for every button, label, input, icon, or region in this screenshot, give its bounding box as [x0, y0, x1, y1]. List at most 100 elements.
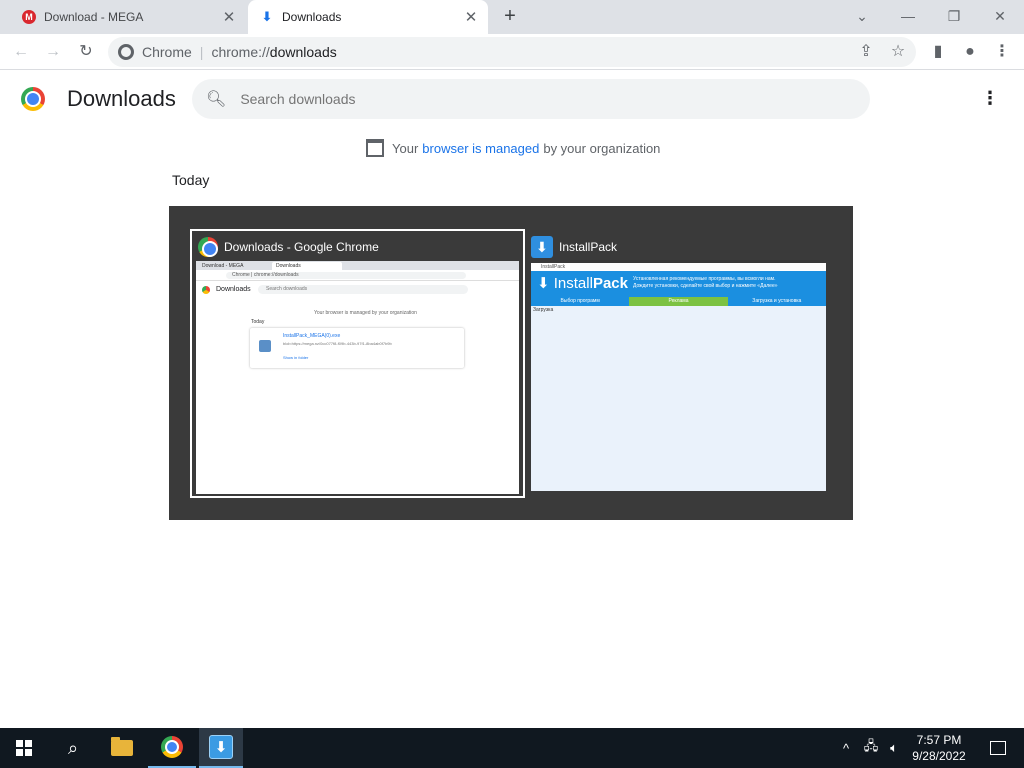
thumb-address: Chrome | chrome://downloads [226, 272, 466, 279]
new-tab-button[interactable]: + [498, 4, 522, 28]
share-icon[interactable]: ⇪ [853, 39, 879, 65]
url-scheme: chrome:// [211, 44, 270, 60]
download-icon: ⬇ [261, 9, 273, 24]
step-item: Реклама [629, 297, 728, 306]
browser-menu-icon[interactable]: ⋮ [989, 39, 1015, 65]
back-button[interactable]: ← [8, 39, 34, 65]
thumb-page-title: Downloads [216, 286, 251, 293]
thumb-tab: Downloads [272, 262, 342, 270]
thumb-download-card: InstallPack_MEGA(0).exe blob:https://meg… [250, 328, 464, 368]
step-item: Загрузка и установка [727, 297, 826, 306]
switcher-window-installpack[interactable]: ⬇ InstallPack InstallPack ⬇ InstallPack … [527, 229, 827, 498]
side-panel-icon[interactable]: ▮ [925, 39, 951, 65]
window-title: InstallPack [559, 240, 618, 254]
search-icon: ⌕ [67, 737, 79, 758]
date-group-label: Today [172, 172, 210, 188]
forward-button[interactable]: → [40, 39, 66, 65]
chrome-logo-icon [161, 736, 183, 758]
mega-icon: M [22, 10, 36, 24]
thumb-header: Downloads Search downloads [196, 281, 519, 299]
site-chip: Chrome [142, 44, 192, 60]
chrome-site-icon [118, 44, 134, 60]
address-bar[interactable]: Chrome | chrome://downloads [108, 37, 916, 67]
step-item: Выбор программ [531, 297, 630, 306]
folder-icon [111, 737, 133, 756]
managed-suffix: by your organization [543, 140, 661, 156]
thumb-tab-strip: Download - MEGA Downloads [196, 261, 519, 270]
windows-logo-icon [16, 740, 32, 756]
window-title-row: Downloads - Google Chrome [198, 237, 379, 257]
taskbar-search-button[interactable]: ⌕ [50, 728, 96, 768]
thumb-tab: Download - MEGA [198, 262, 268, 270]
taskbar-clock[interactable]: 7:57 PM 9/28/2022 [903, 732, 975, 764]
tab-search-icon[interactable]: ⌄ [842, 2, 882, 30]
close-tab-icon[interactable]: ✕ [218, 8, 240, 26]
installpack-logo: ⬇ InstallPack [537, 275, 628, 292]
notification-icon [990, 741, 1006, 755]
window-switcher: Downloads - Google Chrome Download - MEG… [169, 206, 853, 520]
downloads-header: Downloads 🔍︎ ⋮ [0, 70, 1024, 128]
url-path: downloads [269, 44, 337, 60]
managed-link[interactable]: browser is managed [422, 141, 539, 156]
logo-pack: Pack [592, 275, 628, 292]
profile-avatar-icon[interactable]: ● [957, 39, 983, 65]
screen: M Download - MEGA ✕ ⬇ Downloads ✕ + ⌄ — … [0, 0, 1024, 768]
url-text: chrome://downloads [211, 44, 336, 60]
thumb-show-in-folder: Show in folder [283, 355, 309, 360]
bookmark-star-icon[interactable]: ☆ [885, 39, 911, 65]
volume-icon[interactable]: 🔈︎ [884, 728, 904, 768]
thumb-file-url: blob:https://mega.nz/0cc077f8-f09b-443b-… [283, 341, 392, 346]
network-icon[interactable]: 🖧︎ [860, 728, 882, 768]
search-icon: 🔍︎ [206, 91, 227, 108]
message-line: Дождите установки, сделайте свой выбор и… [633, 283, 778, 289]
tab-mega[interactable]: M Download - MEGA ✕ [10, 0, 246, 34]
managed-notice: Your browser is managed by your organiza… [366, 139, 660, 157]
close-tab-icon[interactable]: ✕ [460, 8, 482, 26]
installpack-icon: ⬇ [209, 735, 233, 759]
tab-downloads[interactable]: ⬇ Downloads ✕ [248, 0, 488, 34]
window-title: Downloads - Google Chrome [224, 240, 379, 254]
window-thumbnail: Download - MEGA Downloads Chrome | chrom… [196, 261, 519, 494]
notification-center-button[interactable] [978, 728, 1018, 768]
thumb-file-name: InstallPack_MEGA(0).exe [283, 333, 341, 339]
tab-title: Downloads [282, 10, 342, 24]
thumb-search: Search downloads [258, 285, 468, 294]
chrome-logo-icon [21, 87, 45, 111]
more-actions-icon[interactable]: ⋮ [978, 86, 1002, 110]
chrome-logo-icon [202, 286, 210, 294]
tab-strip: M Download - MEGA ✕ ⬇ Downloads ✕ + ⌄ — … [0, 0, 1024, 34]
page-title: Downloads [67, 86, 176, 111]
browser-toolbar: ← → ↻ Chrome | chrome://downloads ⇪ ☆ ▮ … [0, 34, 1024, 70]
window-thumbnail: InstallPack ⬇ InstallPack Установленная … [531, 263, 826, 491]
installpack-icon: ⬇ [531, 236, 553, 258]
reload-button[interactable]: ↻ [73, 39, 99, 65]
address-separator: | [199, 44, 204, 60]
clock-time: 7:57 PM [916, 733, 962, 747]
close-window-button[interactable]: ✕ [980, 2, 1020, 30]
search-downloads-box[interactable]: 🔍︎ [192, 79, 870, 119]
message-line: Установленная рекомендуемые программы, в… [633, 276, 776, 282]
restore-button[interactable]: ❐ [934, 2, 974, 30]
start-button[interactable] [0, 728, 48, 768]
taskbar-file-explorer[interactable] [99, 728, 145, 768]
chrome-logo-icon [198, 237, 218, 257]
installpack-steps: Выбор программ Реклама Загрузка и устано… [531, 297, 826, 306]
tab-title: Download - MEGA [44, 10, 144, 24]
switcher-window-chrome[interactable]: Downloads - Google Chrome Download - MEG… [190, 229, 525, 498]
thumb-titlebar: InstallPack [531, 263, 826, 271]
taskbar-installpack[interactable]: ⬇ [199, 728, 243, 768]
search-input[interactable] [240, 91, 801, 107]
logo-install: Install [553, 275, 593, 292]
window-title-row: ⬇ InstallPack [531, 236, 617, 258]
minimize-button[interactable]: — [888, 2, 928, 30]
thumb-today: Today [251, 319, 265, 325]
thumb-toolbar: Chrome | chrome://downloads [196, 270, 519, 281]
installpack-loading: Загрузка [533, 307, 554, 313]
building-icon [366, 139, 384, 157]
taskbar-chrome[interactable] [148, 728, 196, 768]
taskbar: ⌕ ⬇ ^ 🖧︎ 🔈︎ 7:57 PM 9/28/2022 [0, 728, 1024, 768]
tray-chevron-icon[interactable]: ^ [836, 728, 856, 768]
installpack-message: Установленная рекомендуемые программы, в… [633, 276, 823, 290]
clock-date: 9/28/2022 [912, 749, 966, 763]
managed-prefix: Your [392, 140, 419, 156]
